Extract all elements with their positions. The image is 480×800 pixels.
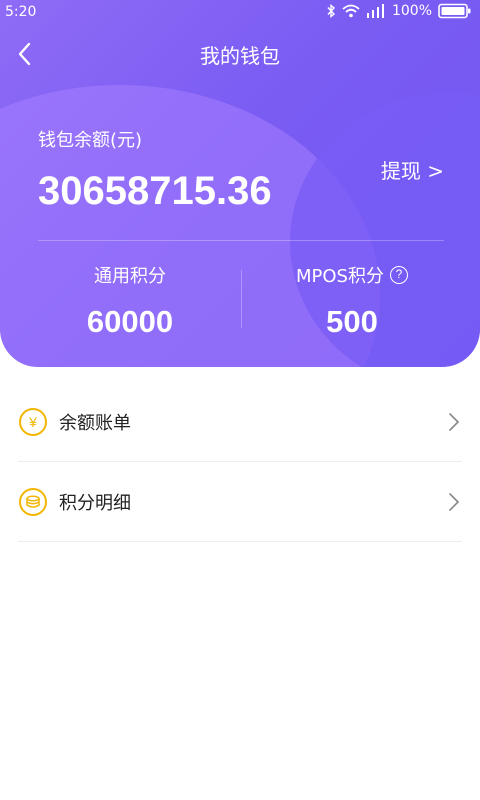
battery-icon bbox=[438, 3, 471, 19]
nav-bar: 我的钱包 bbox=[0, 26, 480, 82]
bluetooth-icon bbox=[327, 4, 335, 18]
status-time: 5:20 bbox=[5, 4, 37, 20]
wifi-icon bbox=[342, 4, 360, 18]
general-points-label: 通用积分 bbox=[94, 266, 166, 287]
chevron-right-icon bbox=[449, 413, 460, 431]
menu-item-label: 余额账单 bbox=[59, 412, 131, 434]
status-bar: 5:20 100% bbox=[0, 0, 480, 26]
general-points-value: 60000 bbox=[86, 304, 174, 339]
help-icon[interactable]: ? bbox=[389, 266, 408, 284]
mpos-points[interactable]: MPOS积分 ? 500 bbox=[232, 262, 472, 340]
divider bbox=[38, 240, 444, 241]
battery-percent: 100% bbox=[391, 3, 432, 19]
coin-stack-glyph bbox=[26, 495, 40, 508]
chevron-right-icon bbox=[449, 493, 460, 511]
page-title: 我的钱包 bbox=[200, 44, 280, 68]
menu-item-points-detail[interactable]: 积分明细 bbox=[18, 462, 462, 542]
menu-item-balance-bill[interactable]: ¥ 余额账单 bbox=[18, 382, 462, 462]
mpos-points-label: MPOS积分 ? bbox=[296, 262, 408, 288]
mpos-points-value: 500 bbox=[326, 304, 378, 339]
menu-item-label: 积分明细 bbox=[59, 492, 131, 514]
balance-value: 30658715.36 bbox=[38, 169, 272, 213]
yen-coin-icon: ¥ bbox=[19, 407, 47, 436]
wallet-header: 5:20 100% 我的钱包 钱包余额(元) 30658715.36 提现 > … bbox=[0, 0, 480, 367]
wallet-menu: ¥ 余额账单 积分明细 bbox=[0, 382, 480, 542]
general-points[interactable]: 通用积分 60000 bbox=[10, 262, 250, 340]
withdraw-link[interactable]: 提现 > bbox=[381, 155, 444, 184]
balance-label: 钱包余额(元) bbox=[38, 130, 143, 151]
signal-icon bbox=[366, 4, 384, 18]
coin-stack-icon bbox=[19, 487, 47, 516]
status-icons: 100% bbox=[326, 3, 472, 19]
